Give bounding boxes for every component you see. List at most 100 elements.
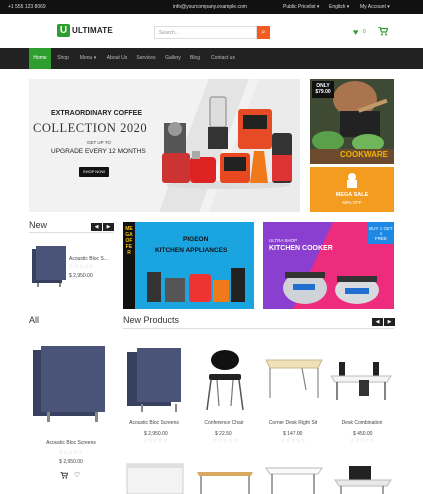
nav-about-us[interactable]: About Us — [104, 48, 130, 69]
new-product-price: $ 2,950.00 — [69, 273, 93, 279]
chef-icon — [347, 173, 357, 188]
conference-chair-image — [206, 350, 244, 411]
divider — [29, 232, 113, 233]
all-product-rating: ☆☆☆☆☆ — [58, 450, 84, 456]
heart-icon: ♡ — [74, 472, 81, 479]
new-prev-button[interactable]: ◀ — [91, 223, 102, 231]
pressure-cooker-image — [283, 272, 379, 304]
product-price: $ 147.00 — [283, 431, 303, 437]
all-product-price: $ 2,950.00 — [59, 459, 83, 465]
hero-appliances-image — [162, 96, 292, 189]
price-badge: ONLY $79.00 — [312, 81, 334, 98]
nav-services[interactable]: Services — [134, 48, 158, 69]
mega-offer-banner[interactable]: MEGA OFFER PIGEON KITCHEN APPLIANCES — [123, 222, 254, 309]
new-products-prev-button[interactable]: ◀ — [372, 318, 383, 326]
new-products-title: New Products — [123, 315, 180, 325]
product-card-image[interactable] — [331, 344, 395, 414]
hero-sub2: UPGRADE EVERY 12 MONTHS — [51, 148, 146, 155]
ultra-shop-banner[interactable]: ULTRA SHOP KITCHEN COOKER BUY 1 GET 1 FR… — [263, 222, 394, 309]
new-next-button[interactable]: ▶ — [103, 223, 114, 231]
wishlist-count: 0 — [363, 29, 366, 35]
pricelist-dropdown[interactable]: Public Pricelist ▾ — [283, 4, 319, 10]
new-products-arrows: ◀ ▶ — [372, 318, 395, 326]
mega-sale-promo[interactable]: MEGA SALE 50% OFF — [310, 167, 394, 212]
new-section-title: New — [29, 220, 48, 230]
nav-contact-us[interactable]: Contact us — [207, 48, 239, 69]
search-button[interactable]: ⌕ — [257, 26, 270, 39]
cart-icon[interactable] — [378, 26, 389, 38]
nav-home[interactable]: Home — [29, 48, 51, 69]
ultra-title: KITCHEN COOKER — [269, 245, 333, 252]
email-text: info@yourcompany.example.com — [173, 4, 247, 10]
search-icon: ⌕ — [261, 29, 266, 36]
workstation-image — [334, 466, 392, 494]
bogo-line1: BUY 1 GET 1 — [369, 226, 393, 236]
header: U ULTIMATE Search... ⌕ ♥ 0 — [0, 14, 423, 48]
all-section-title: All — [29, 315, 40, 325]
product-name[interactable]: Acoustic Bloc Screens — [120, 420, 188, 426]
search-input[interactable]: Search... — [154, 26, 257, 39]
product-rating: ☆☆☆☆☆ — [281, 438, 306, 444]
product-card-image[interactable] — [123, 344, 187, 414]
product-card-image[interactable] — [193, 460, 257, 494]
phone-text: +1 555 123 8069 — [8, 4, 46, 10]
product-card-image[interactable] — [123, 460, 187, 494]
table-image — [197, 472, 253, 494]
new-product-name[interactable]: Acoustic Bloc S... — [69, 256, 108, 262]
badge-price: $79.00 — [315, 89, 331, 95]
bogo-badge: BUY 1 GET 1 FREE — [368, 222, 394, 244]
product-card-image[interactable] — [262, 460, 326, 494]
product-name[interactable]: Conference Chair — [190, 420, 258, 426]
language-dropdown[interactable]: English ▾ — [329, 4, 349, 10]
acoustic-screen-image — [127, 348, 181, 412]
all-wishlist-button[interactable]: ♡ — [74, 471, 80, 479]
product-card-image[interactable] — [262, 344, 326, 414]
product-price: $ 22.50 — [215, 431, 232, 437]
product-name[interactable]: Corner Desk Right Sit — [259, 420, 327, 426]
logo[interactable]: U ULTIMATE — [57, 24, 113, 37]
new-product-rating: ☆☆☆☆☆ — [69, 264, 94, 270]
ultra-kicker: ULTRA SHOP — [269, 238, 298, 243]
product-rating: ☆☆☆☆☆ — [213, 438, 238, 444]
cookware-caption: COOKWARE — [340, 150, 388, 159]
new-product-image[interactable] — [29, 245, 69, 289]
product-card-image[interactable] — [331, 460, 395, 494]
bogo-line2: FREE — [374, 236, 387, 241]
hero-shop-now-button[interactable]: SHOP NOW — [79, 167, 109, 177]
top-bar: +1 555 123 8069 info@yourcompany.example… — [0, 0, 423, 14]
divider — [123, 328, 394, 329]
logo-mark: U — [57, 24, 70, 37]
all-add-to-cart[interactable] — [60, 471, 69, 481]
nav-blog[interactable]: Blog — [188, 48, 202, 69]
sale-line2: 50% OFF — [342, 200, 362, 205]
nav-shop[interactable]: Shop — [54, 48, 72, 69]
product-price: $ 2,950.00 — [144, 431, 168, 437]
main-nav: Home Shop Menu ▾ About Us Services Galle… — [0, 48, 423, 69]
sale-line1: MEGA SALE — [335, 192, 369, 198]
all-product-image[interactable] — [29, 342, 113, 424]
mega-offer-side-text: MEGA OFFER — [125, 226, 133, 256]
acoustic-screen-image-large — [33, 346, 105, 422]
product-rating: ☆☆☆☆☆ — [143, 438, 168, 444]
hero-sub1: GET UP TO — [87, 140, 111, 145]
mega-title-line1: PIGEON — [183, 236, 209, 243]
product-name[interactable]: Desk Combination — [328, 420, 396, 426]
all-product-name[interactable]: Acoustic Bloc Screens — [29, 440, 113, 446]
cabinet-image — [126, 463, 184, 494]
hero-banner[interactable]: EXTRAORDINARY COFFEE COLLECTION 2020 GET… — [29, 79, 300, 212]
logo-text: ULTIMATE — [72, 26, 113, 35]
nav-gallery[interactable]: Gallery — [162, 48, 184, 69]
new-products-next-button[interactable]: ▶ — [384, 318, 395, 326]
corner-desk-image — [265, 359, 323, 398]
desk-combination-image — [331, 362, 392, 400]
hero-kicker: EXTRAORDINARY COFFEE — [51, 110, 143, 117]
product-card-image[interactable] — [193, 344, 257, 414]
new-carousel-arrows: ◀ ▶ — [91, 223, 114, 231]
nav-menu[interactable]: Menu ▾ — [76, 48, 100, 69]
mega-title-line2: KITCHEN APPLIANCES — [155, 247, 228, 254]
wishlist-icon[interactable]: ♥ — [353, 27, 358, 37]
my-account-dropdown[interactable]: My Account ▾ — [360, 4, 390, 10]
cookware-promo[interactable]: ONLY $79.00 COOKWARE — [310, 79, 394, 164]
white-desk-image — [265, 467, 323, 494]
product-price: $ 450.00 — [353, 431, 373, 437]
